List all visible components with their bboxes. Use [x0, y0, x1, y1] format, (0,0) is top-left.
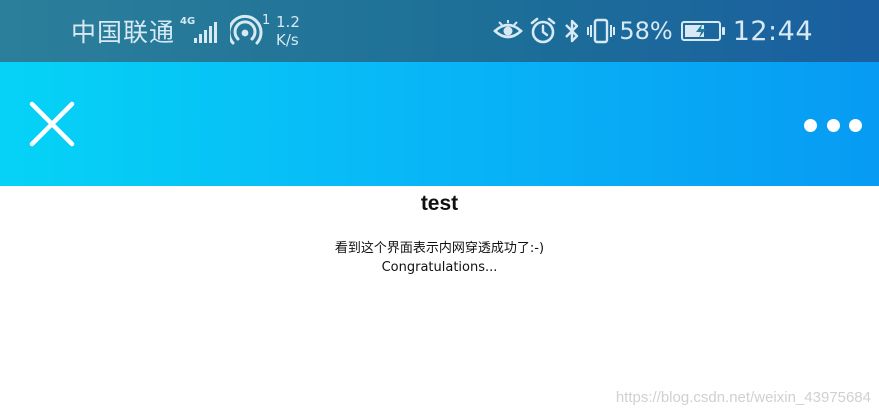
app-header: [0, 62, 879, 186]
speed-unit: K/s: [276, 31, 299, 49]
page-content: test 看到这个界面表示内网穿透成功了:-) Congratulations.…: [0, 186, 879, 414]
network-speed: 1.2 K/s: [276, 13, 300, 49]
hotspot-count: 1: [262, 13, 271, 28]
page-title: test: [420, 192, 459, 215]
alarm-icon: [529, 17, 557, 45]
status-left: 中国联通 4G 1 1.2 K/s: [71, 0, 300, 62]
close-button[interactable]: [26, 98, 78, 150]
more-icon-dot: [849, 118, 862, 132]
hotspot-icon: 1: [227, 13, 272, 49]
message-line-2: Congratulations...: [381, 260, 498, 275]
vibrate-icon: [587, 17, 616, 45]
battery-icon: [680, 21, 725, 41]
speed-value: 1.2: [276, 13, 300, 31]
carrier-name: 中国联通: [71, 18, 176, 47]
bluetooth-icon: [563, 17, 581, 45]
close-icon: [29, 101, 75, 147]
clock: 12:44: [732, 15, 813, 47]
network-type: 4G: [180, 16, 196, 27]
more-button[interactable]: [804, 114, 862, 136]
message-line-1: 看到这个界面表示内网穿透成功了:-): [334, 241, 545, 256]
eye-icon: [493, 19, 524, 43]
more-icon-dot: [826, 118, 840, 132]
status-bar: 中国联通 4G 1 1.2 K/s 58% 12:44: [0, 0, 879, 62]
watermark: https://blog.csdn.net/weixin_43975684: [615, 389, 871, 406]
more-icon-dot: [804, 118, 817, 132]
status-right: 58% 12:44: [487, 0, 813, 62]
battery-percent: 58%: [619, 17, 673, 45]
message: 看到这个界面表示内网穿透成功了:-) Congratulations...: [0, 239, 879, 277]
signal-icon: 4G: [178, 13, 222, 49]
